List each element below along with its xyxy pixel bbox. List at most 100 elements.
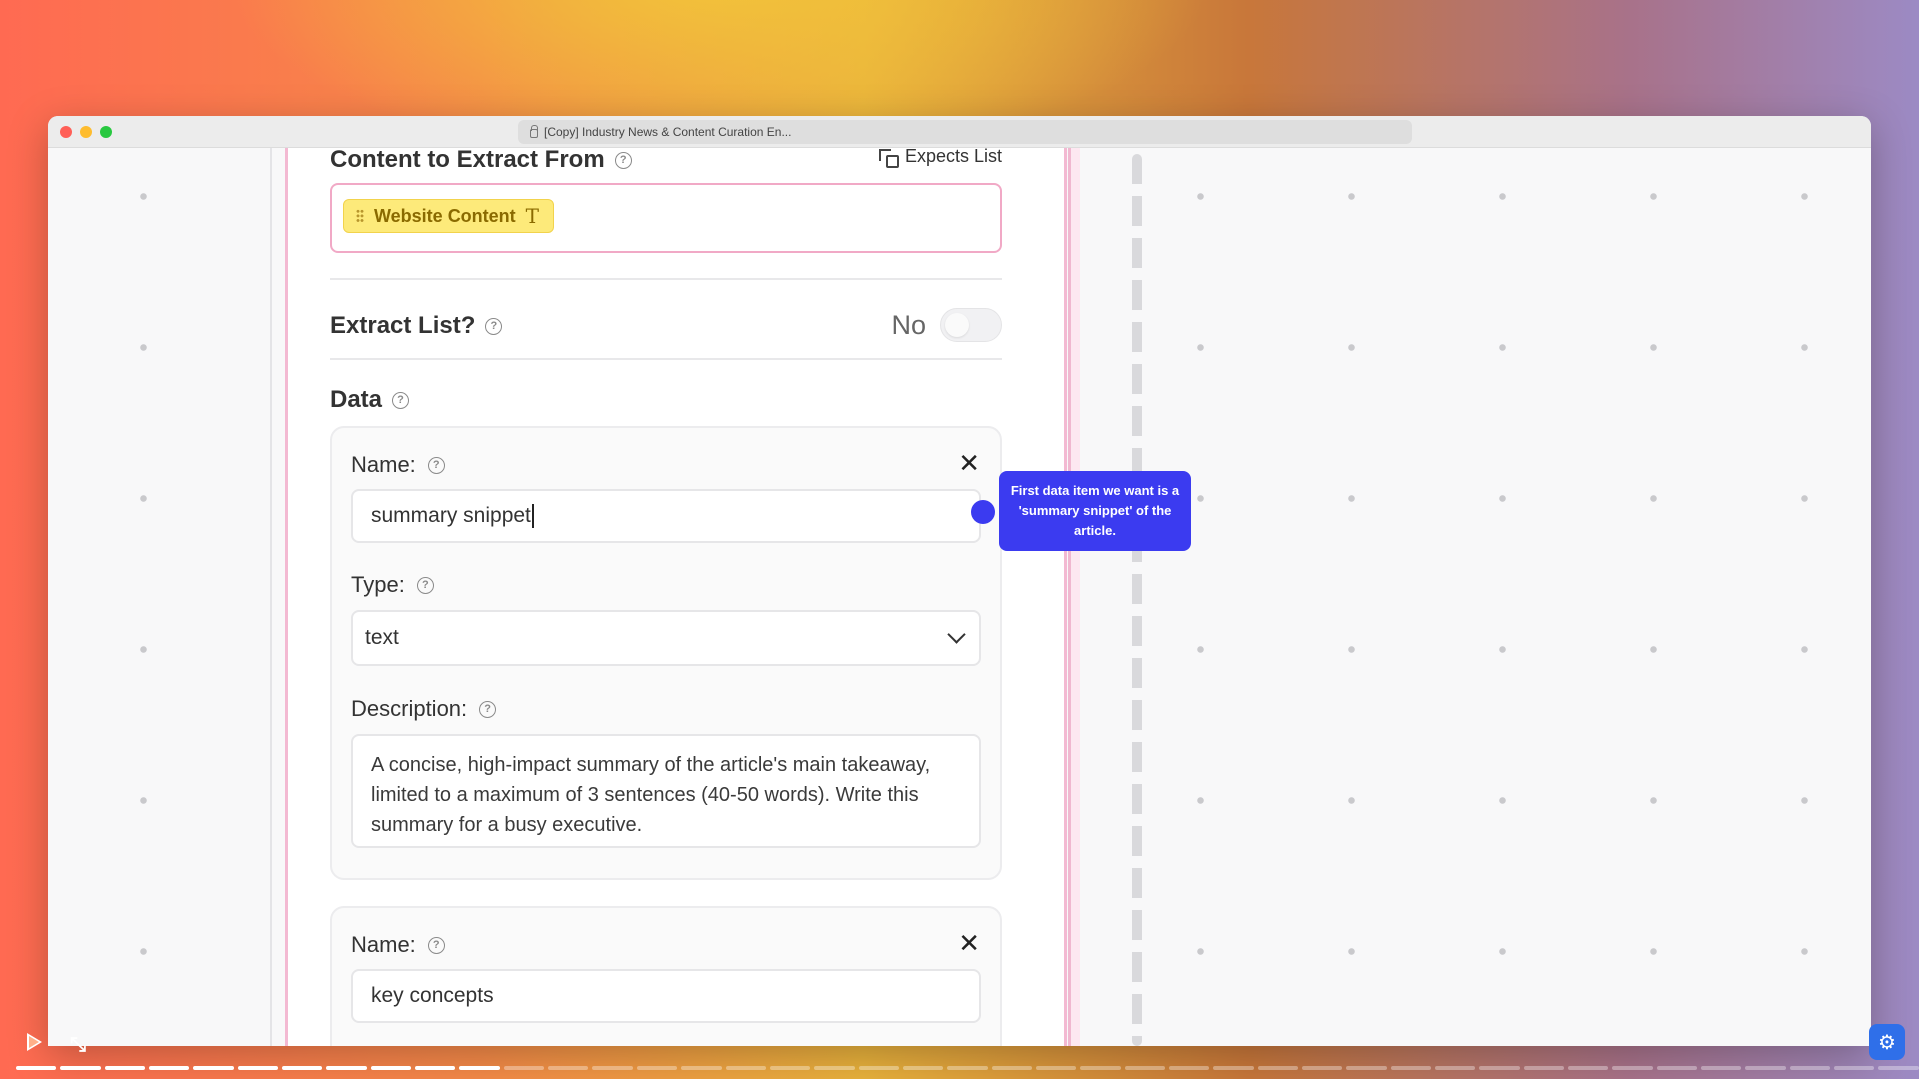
tooltip-text: First data item we want is a 'summary sn… (1010, 483, 1180, 538)
progress-segment[interactable] (237, 1066, 279, 1070)
progress-segment[interactable] (902, 1066, 944, 1070)
type-label-wrap: Type: ? (351, 572, 434, 598)
extract-list-row: Extract List? ? No (330, 308, 1002, 348)
progress-segment[interactable] (1612, 1066, 1653, 1070)
play-icon[interactable] (27, 1033, 42, 1051)
tour-hotspot[interactable] (971, 500, 995, 524)
description-textarea[interactable]: A concise, high-impact summary of the ar… (351, 734, 981, 848)
type-select-value: text (365, 626, 399, 649)
progress-segment[interactable] (1479, 1066, 1520, 1070)
progress-segment[interactable] (1435, 1066, 1476, 1070)
progress-segment[interactable] (858, 1066, 899, 1070)
progress-segment[interactable] (503, 1066, 545, 1070)
help-icon[interactable]: ? (485, 317, 503, 335)
divider (330, 278, 1002, 280)
progress-segment[interactable] (1568, 1066, 1609, 1070)
progress-segment[interactable] (193, 1066, 234, 1070)
progress-segment[interactable] (814, 1066, 855, 1070)
progress-segment[interactable] (592, 1066, 633, 1070)
list-icon (877, 148, 899, 168)
data-section-header: Data ? (330, 386, 1002, 416)
extract-settings-panel: Content to Extract From ? Expects List W… (285, 146, 1067, 1046)
data-item-card: Name: ? ✕ summary snippet Type: ? text D… (330, 426, 1002, 880)
progress-segment[interactable] (991, 1066, 1032, 1070)
lock-icon (530, 124, 538, 138)
help-icon[interactable]: ? (479, 700, 497, 718)
progress-segment[interactable] (1390, 1066, 1431, 1070)
progress-segment[interactable] (636, 1066, 678, 1070)
progress-segment[interactable] (725, 1066, 766, 1070)
description-label: Description: (351, 696, 468, 721)
minimize-window-button[interactable] (80, 126, 92, 138)
expects-list-indicator: Expects List (877, 146, 1002, 168)
content-section-title: Content to Extract From (330, 146, 605, 173)
workflow-canvas[interactable]: Content to Extract From ? Expects List W… (48, 146, 1871, 1046)
progress-segment[interactable] (1701, 1066, 1742, 1070)
progress-segment[interactable] (1878, 1066, 1919, 1070)
extract-list-toggle-wrap: No (891, 308, 1002, 342)
data-item-card: Name: ? ✕ key concepts (330, 906, 1002, 1046)
maximize-window-button[interactable] (100, 126, 112, 138)
help-icon[interactable]: ? (416, 576, 434, 594)
name-input[interactable]: key concepts (351, 969, 981, 1023)
name-label: Name: (351, 452, 416, 477)
progress-segment[interactable] (459, 1066, 500, 1070)
extract-list-title: Extract List? (330, 312, 476, 339)
address-bar[interactable]: [Copy] Industry News & Content Curation … (518, 120, 1412, 144)
progress-segment[interactable] (1745, 1066, 1786, 1070)
content-source-field[interactable]: Website Content T (330, 183, 1002, 253)
progress-segment[interactable] (149, 1066, 190, 1070)
progress-segment[interactable] (769, 1066, 811, 1070)
progress-segment[interactable] (1523, 1066, 1565, 1070)
progress-segment[interactable] (1301, 1066, 1343, 1070)
help-icon[interactable]: ? (427, 456, 445, 474)
name-input-value: summary snippet (371, 504, 531, 527)
progress-segment[interactable] (947, 1066, 988, 1070)
progress-segment[interactable] (1213, 1066, 1254, 1070)
progress-segment[interactable] (370, 1066, 412, 1070)
progress-segment[interactable] (1834, 1066, 1875, 1070)
address-bar-text: [Copy] Industry News & Content Curation … (544, 125, 792, 139)
website-content-variable[interactable]: Website Content T (343, 199, 555, 233)
progress-segment[interactable] (548, 1066, 589, 1070)
playback-progress[interactable] (16, 1066, 1919, 1070)
progress-segment[interactable] (16, 1066, 57, 1070)
progress-segment[interactable] (1124, 1066, 1165, 1070)
content-section-header: Content to Extract From ? Expects List (330, 146, 1002, 176)
help-icon[interactable]: ? (614, 151, 632, 169)
progress-segment[interactable] (1080, 1066, 1121, 1070)
drag-handle-icon[interactable] (356, 209, 364, 223)
progress-segment[interactable] (1168, 1066, 1210, 1070)
progress-segment[interactable] (1656, 1066, 1698, 1070)
progress-segment[interactable] (1257, 1066, 1298, 1070)
chat-icon[interactable]: ⚙ (1869, 1024, 1905, 1060)
progress-segment[interactable] (1789, 1066, 1831, 1070)
name-input-value: key concepts (371, 984, 494, 1007)
name-label-wrap: Name: ? (351, 452, 445, 478)
exit-fullscreen-icon[interactable]: ⤡ (70, 1032, 86, 1056)
close-window-button[interactable] (60, 126, 72, 138)
progress-segment[interactable] (1346, 1066, 1387, 1070)
progress-segment[interactable] (60, 1066, 101, 1070)
progress-segment[interactable] (282, 1066, 323, 1070)
tour-tooltip: First data item we want is a 'summary sn… (999, 471, 1191, 551)
progress-segment[interactable] (104, 1066, 146, 1070)
dashed-connector (1132, 154, 1142, 1046)
progress-segment[interactable] (681, 1066, 722, 1070)
progress-segment[interactable] (326, 1066, 367, 1070)
text-caret (531, 504, 534, 528)
data-title-wrap: Data ? (330, 386, 1002, 414)
remove-item-button[interactable]: ✕ (958, 930, 980, 956)
browser-window: [Copy] Industry News & Content Curation … (48, 116, 1871, 1046)
name-input[interactable]: summary snippet (351, 489, 981, 543)
type-label: Type: (351, 572, 405, 597)
help-icon[interactable]: ? (392, 391, 410, 409)
description-value: A concise, high-impact summary of the ar… (371, 754, 931, 836)
progress-segment[interactable] (1035, 1066, 1077, 1070)
extract-list-toggle[interactable] (940, 308, 1002, 342)
title-bar: [Copy] Industry News & Content Curation … (48, 116, 1871, 148)
help-icon[interactable]: ? (427, 936, 445, 954)
type-select[interactable]: text (351, 610, 981, 666)
remove-item-button[interactable]: ✕ (958, 450, 980, 476)
progress-segment[interactable] (415, 1066, 456, 1070)
